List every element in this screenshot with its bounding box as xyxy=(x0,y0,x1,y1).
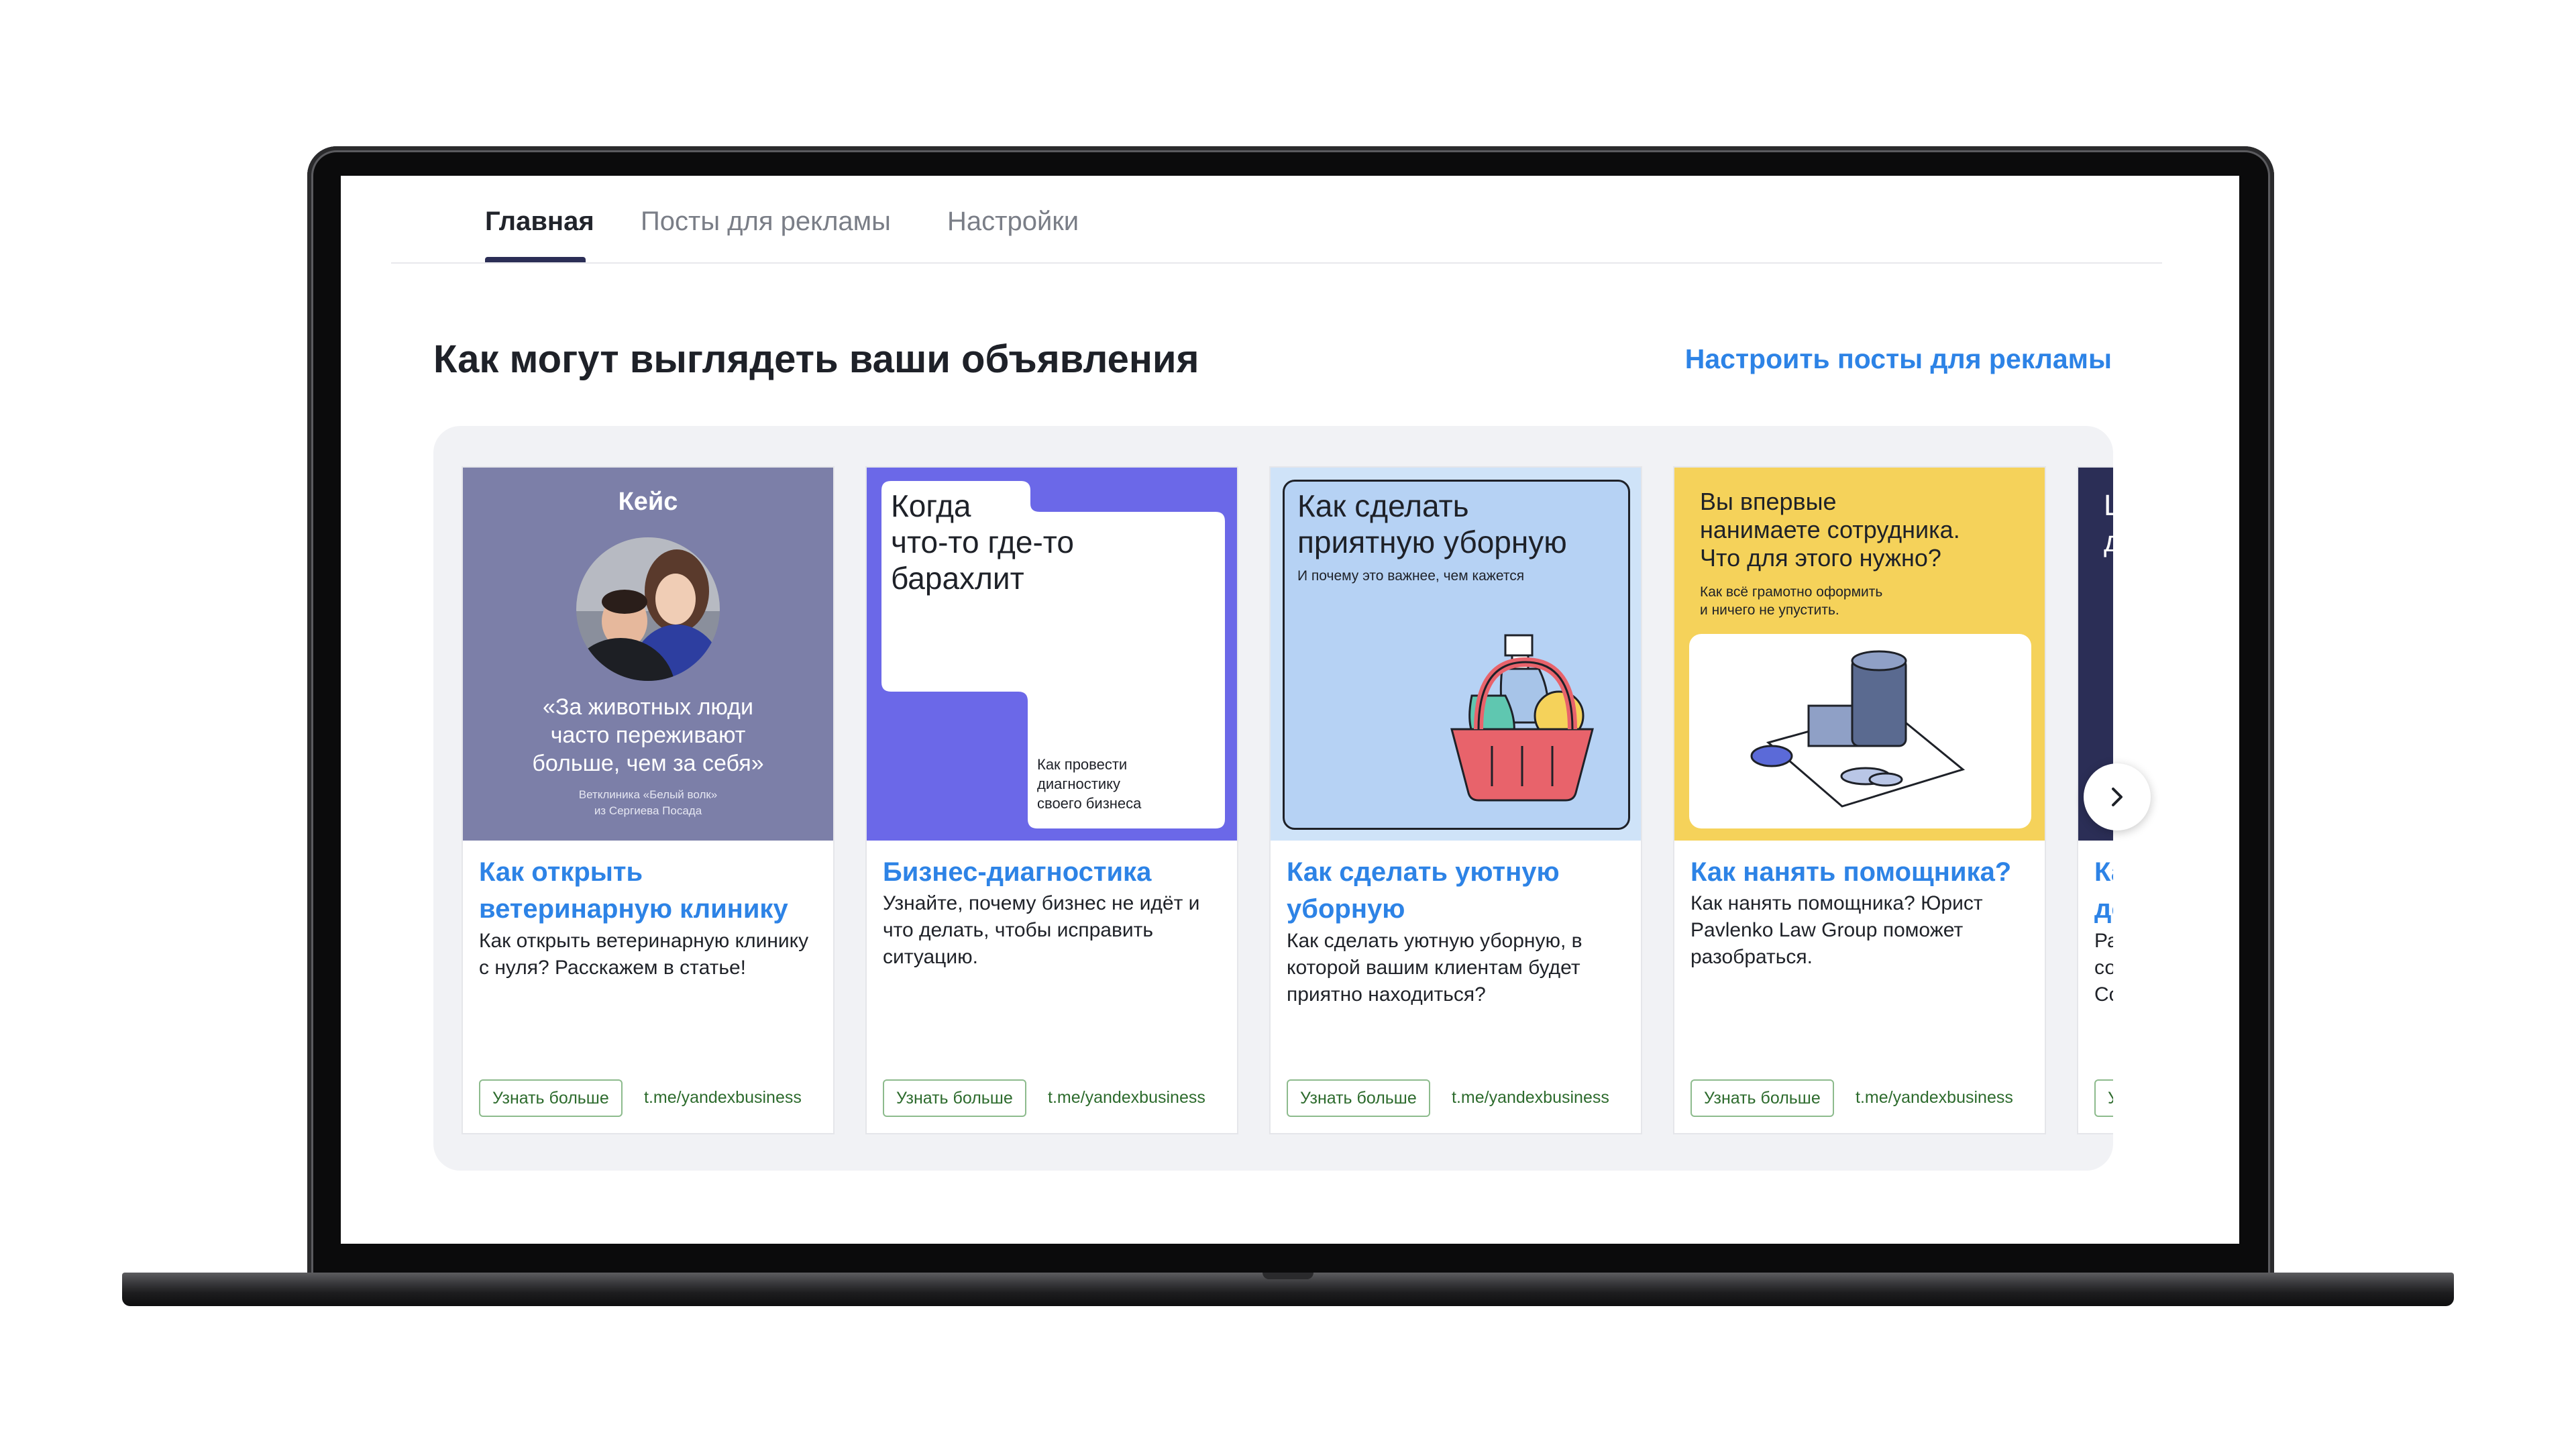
card-image-case: Кейс «За животных люди часто переживают … xyxy=(463,468,833,841)
active-tab-indicator xyxy=(485,257,586,262)
laptop-notch xyxy=(1263,1273,1313,1279)
card-description: Как сделать уютную уборную, в которой ва… xyxy=(1287,930,1582,1006)
card-image-hiring: Вы впервые нанимаете сотрудника. Что для… xyxy=(1674,468,2045,841)
partial-heading-line-1: Ц xyxy=(2104,488,2113,524)
card-title[interactable]: Как сделать уютную уборную xyxy=(1287,854,1629,928)
card-url[interactable]: t.me/yandexbusiness xyxy=(644,1088,802,1108)
cleaning-basket-icon xyxy=(1450,634,1594,802)
hiring-heading-line-1: Вы впервые xyxy=(1700,488,1837,515)
card-description-line-2: со xyxy=(2094,957,2113,979)
case-quote-line-3: больше, чем за себя» xyxy=(532,751,764,776)
learn-more-button[interactable]: У xyxy=(2094,1079,2113,1117)
restroom-caption: И почему это важнее, чем кажется xyxy=(1297,568,1525,584)
tab-home[interactable]: Главная xyxy=(485,207,594,237)
diag-caption-line-1: Как провести xyxy=(1037,756,1128,773)
restroom-heading-line-1: Как сделать xyxy=(1297,488,1469,523)
card-title[interactable]: Как нанять помощника? xyxy=(1690,854,2033,891)
stamp-icon xyxy=(1750,650,1966,808)
card-url[interactable]: t.me/yandexbusiness xyxy=(1856,1088,2013,1108)
card-url[interactable]: t.me/yandexbusiness xyxy=(1048,1088,1205,1108)
card-title-line-1[interactable]: Ка xyxy=(2094,854,2113,891)
card-image-diagnostics: Когда что-то где-то барахлит Как провест… xyxy=(867,468,1237,841)
diag-heading-line-3: барахлит xyxy=(891,561,1024,596)
case-caption-line-1: Ветклиника «Белый волк» xyxy=(578,788,718,801)
hiring-caption-line-2: и ничего не упустить. xyxy=(1700,602,1839,618)
case-quote-line-1: «За животных люди xyxy=(542,694,754,720)
chevron-right-icon xyxy=(2112,788,2123,806)
ad-card-vet-clinic[interactable]: Кейс «За животных люди часто переживают … xyxy=(462,466,835,1134)
carousel-next-button[interactable] xyxy=(2084,763,2151,830)
card-title-line-2[interactable]: до xyxy=(2094,891,2113,928)
case-quote-line-2: часто переживают xyxy=(550,722,746,748)
laptop-base xyxy=(122,1273,2454,1306)
ads-carousel: Кейс «За животных люди часто переживают … xyxy=(433,426,2113,1171)
diag-caption-line-3: своего бизнеса xyxy=(1037,795,1142,812)
card-description-line-3: Со xyxy=(2094,983,2113,1006)
tab-bar: Главная Посты для рекламы Настройки xyxy=(391,176,2162,264)
screen: Главная Посты для рекламы Настройки Как … xyxy=(341,176,2239,1244)
partial-heading-line-2: д xyxy=(2104,525,2113,558)
setup-posts-link[interactable]: Настроить посты для рекламы xyxy=(1685,343,2112,375)
card-title[interactable]: Как открыть ветеринарную клинику xyxy=(479,854,821,928)
learn-more-button[interactable]: Узнать больше xyxy=(883,1079,1026,1117)
tab-ad-posts[interactable]: Посты для рекламы xyxy=(641,207,891,237)
section-title: Как могут выглядеть ваши объявления xyxy=(433,337,1199,381)
learn-more-button[interactable]: Узнать больше xyxy=(1287,1079,1430,1117)
learn-more-button[interactable]: Узнать больше xyxy=(479,1079,623,1117)
hiring-heading-line-3: Что для этого нужно? xyxy=(1700,544,1941,572)
card-description: Как нанять помощника? Юрист Pavlenko Law… xyxy=(1690,892,1983,968)
ad-card-restroom[interactable]: Как сделать приятную уборную И почему эт… xyxy=(1269,466,1642,1134)
hiring-heading-line-2: нанимаете сотрудника. xyxy=(1700,516,1960,543)
restroom-heading-line-2: приятную уборную xyxy=(1297,525,1567,559)
couple-photo xyxy=(576,537,720,681)
tab-settings[interactable]: Настройки xyxy=(947,207,1079,237)
ad-card-business-diagnostics[interactable]: Когда что-то где-то барахлит Как провест… xyxy=(865,466,1238,1134)
diag-heading-line-1: Когда xyxy=(891,488,971,523)
card-image-restroom: Как сделать приятную уборную И почему эт… xyxy=(1271,468,1641,841)
ad-card-hire-assistant[interactable]: Вы впервые нанимаете сотрудника. Что для… xyxy=(1673,466,2046,1134)
diag-caption-line-2: диагностику xyxy=(1037,775,1121,792)
card-url[interactable]: t.me/yandexbusiness xyxy=(1452,1088,1609,1108)
card-description-line-1: Ра xyxy=(2094,930,2113,952)
card-title[interactable]: Бизнес-диагностика xyxy=(883,854,1225,891)
card-description: Как открыть ветеринарную клинику с нуля?… xyxy=(479,930,809,979)
diag-heading-line-2: что-то где-то xyxy=(891,525,1074,559)
case-caption-line-2: из Сергиева Посада xyxy=(594,804,702,817)
learn-more-button[interactable]: Узнать больше xyxy=(1690,1079,1834,1117)
case-heading: Кейс xyxy=(618,488,678,516)
hiring-caption-line-1: Как всё грамотно оформить xyxy=(1700,584,1883,600)
card-description: Узнайте, почему бизнес не идёт и что дел… xyxy=(883,892,1200,968)
